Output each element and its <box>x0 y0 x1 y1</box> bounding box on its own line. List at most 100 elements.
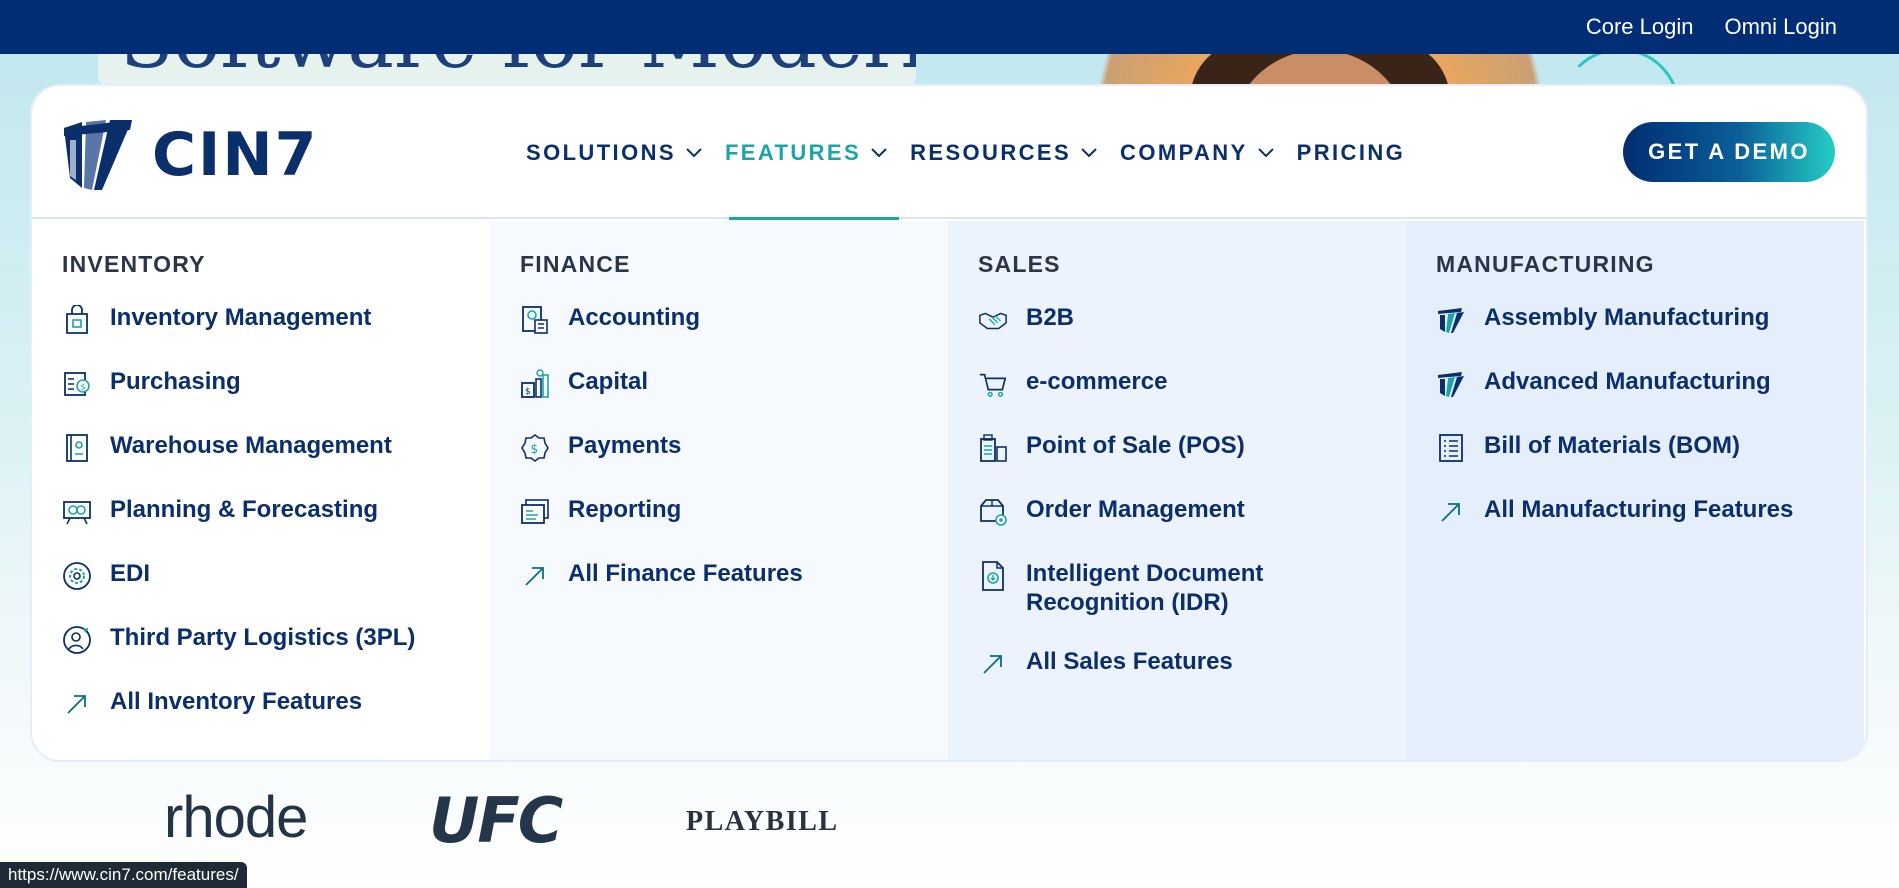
menu-item-label: Third Party Logistics (3PL) <box>110 624 416 651</box>
menu-item-inventory-management[interactable]: Inventory Management <box>62 303 490 337</box>
nav-header: CIN7 SOLUTIONS FEATURES RESOURCES COMPAN… <box>32 86 1866 219</box>
logo-wordmark: CIN7 <box>152 120 319 190</box>
core-login-link[interactable]: Core Login <box>1586 14 1694 40</box>
menu-item-capital[interactable]: $ Capital <box>520 367 948 401</box>
menu-item-advanced-manufacturing[interactable]: Advanced Manufacturing <box>1436 367 1864 401</box>
omni-login-link[interactable]: Omni Login <box>1724 14 1837 40</box>
calculator-icon <box>520 304 550 336</box>
user-circle-icon <box>62 624 92 656</box>
arrow-up-right-icon <box>62 688 92 720</box>
get-a-demo-button[interactable]: GET A DEMO <box>1623 122 1835 182</box>
menu-item-reporting[interactable]: Reporting <box>520 495 948 529</box>
money-stack-icon: $ <box>520 368 550 400</box>
playbill-logo: PLAYBILL <box>686 806 839 837</box>
menu-item-label: Order Management <box>1026 496 1245 523</box>
menu-item-label: All Finance Features <box>568 560 803 587</box>
handshake-icon <box>978 304 1008 336</box>
menu-item-label: Inventory Management <box>110 304 372 331</box>
document-scan-icon <box>978 560 1008 592</box>
order-box-icon <box>978 496 1008 528</box>
nav-solutions-label: SOLUTIONS <box>526 139 676 165</box>
cin7-mark-icon <box>1436 368 1466 400</box>
nav-features-label: FEATURES <box>724 139 862 165</box>
warehouse-icon <box>62 432 92 464</box>
menu-item-warehouse-management[interactable]: Warehouse Management <box>62 431 490 465</box>
report-icon <box>520 496 550 528</box>
chevron-down-icon <box>1257 147 1274 157</box>
menu-item-intelligent-document-recognition[interactable]: Intelligent Document Recognition (IDR) <box>978 559 1406 617</box>
menu-item-label: EDI <box>110 560 151 587</box>
arrow-up-right-icon <box>978 648 1008 680</box>
menu-item-bill-of-materials[interactable]: Bill of Materials (BOM) <box>1436 431 1864 465</box>
gear-icon <box>62 560 92 592</box>
menu-item-label: Warehouse Management <box>110 432 392 459</box>
ufc-logo: UFC <box>425 784 595 857</box>
column-heading: MANUFACTURING <box>1436 251 1655 277</box>
menu-item-label: Assembly Manufacturing <box>1484 304 1770 331</box>
nav-company[interactable]: COMPANY <box>1120 140 1275 166</box>
menu-item-label: Purchasing <box>110 368 241 395</box>
menu-column-inventory: INVENTORY Inventory Management $ Purchas… <box>32 221 490 760</box>
menu-item-purchasing[interactable]: $ Purchasing <box>62 367 490 401</box>
rhode-logo: rhode <box>164 785 308 850</box>
cin7-logo[interactable]: CIN7 <box>62 118 318 192</box>
svg-text:$: $ <box>531 442 539 456</box>
menu-item-all-manufacturing-features[interactable]: All Manufacturing Features <box>1436 495 1864 529</box>
menu-item-all-sales-features[interactable]: All Sales Features <box>978 647 1406 681</box>
forecast-icon <box>62 496 92 528</box>
pos-terminal-icon <box>978 432 1008 464</box>
column-heading: SALES <box>978 251 1061 277</box>
active-nav-underline <box>729 217 899 220</box>
top-utility-bar: Core Login Omni Login <box>0 0 1899 54</box>
nav-pricing[interactable]: PRICING <box>1297 140 1405 166</box>
menu-item-order-management[interactable]: Order Management <box>978 495 1406 529</box>
menu-list: Assembly Manufacturing Advanced Manufact… <box>1436 303 1864 529</box>
menu-item-label: B2B <box>1026 304 1075 331</box>
status-bar-url: https://www.cin7.com/features/ <box>0 862 247 888</box>
menu-item-label: Intelligent Document Recognition (IDR) <box>1026 560 1264 616</box>
menu-item-label: Planning & Forecasting <box>110 496 379 523</box>
column-heading: FINANCE <box>520 251 631 277</box>
menu-item-assembly-manufacturing[interactable]: Assembly Manufacturing <box>1436 303 1864 337</box>
nav-pricing-label: PRICING <box>1296 139 1406 165</box>
menu-column-finance: FINANCE Accounting $ Capital $ Payments … <box>490 221 948 760</box>
arrow-up-right-icon <box>1436 496 1466 528</box>
menu-item-label: Reporting <box>568 496 682 523</box>
list-document-icon <box>1436 432 1466 464</box>
menu-item-label: Capital <box>568 368 649 395</box>
menu-item-e-commerce[interactable]: e-commerce <box>978 367 1406 401</box>
shopping-bag-icon <box>62 304 92 336</box>
menu-item-label: Payments <box>568 432 682 459</box>
menu-item-payments[interactable]: $ Payments <box>520 431 948 465</box>
menu-item-b2b[interactable]: B2B <box>978 303 1406 337</box>
nav-company-label: COMPANY <box>1120 139 1248 165</box>
menu-item-accounting[interactable]: Accounting <box>520 303 948 337</box>
dollar-badge-icon: $ <box>520 432 550 464</box>
svg-text:$: $ <box>81 383 86 392</box>
topbar-links: Core Login Omni Login <box>1586 0 1837 54</box>
menu-list: Accounting $ Capital $ Payments Reportin… <box>520 303 948 593</box>
menu-item-label: All Sales Features <box>1026 648 1233 675</box>
menu-item-third-party-logistics[interactable]: Third Party Logistics (3PL) <box>62 623 490 657</box>
menu-item-edi[interactable]: EDI <box>62 559 490 593</box>
menu-item-label: All Inventory Features <box>110 688 363 715</box>
nav-features[interactable]: FEATURES <box>725 140 888 166</box>
menu-item-label: Point of Sale (POS) <box>1026 432 1245 459</box>
ufc-logo-text: UFC <box>429 788 563 850</box>
menu-item-planning-forecasting[interactable]: Planning & Forecasting <box>62 495 490 529</box>
nav-solutions[interactable]: SOLUTIONS <box>526 140 703 166</box>
main-nav: SOLUTIONS FEATURES RESOURCES COMPANY PRI… <box>526 86 1405 219</box>
menu-item-label: e-commerce <box>1026 368 1168 395</box>
arrow-up-right-icon <box>520 560 550 592</box>
menu-item-point-of-sale[interactable]: Point of Sale (POS) <box>978 431 1406 465</box>
menu-item-all-finance-features[interactable]: All Finance Features <box>520 559 948 593</box>
navigation-card: CIN7 SOLUTIONS FEATURES RESOURCES COMPAN… <box>32 86 1866 760</box>
menu-list: Inventory Management $ Purchasing Wareho… <box>62 303 490 721</box>
nav-resources[interactable]: RESOURCES <box>910 140 1098 166</box>
features-mega-menu: INVENTORY Inventory Management $ Purchas… <box>32 221 1866 760</box>
nav-resources-label: RESOURCES <box>910 139 1072 165</box>
menu-column-manufacturing: MANUFACTURING Assembly Manufacturing Adv… <box>1406 221 1864 760</box>
cart-icon <box>978 368 1008 400</box>
purchase-order-icon: $ <box>62 368 92 400</box>
menu-item-all-inventory-features[interactable]: All Inventory Features <box>62 687 490 721</box>
